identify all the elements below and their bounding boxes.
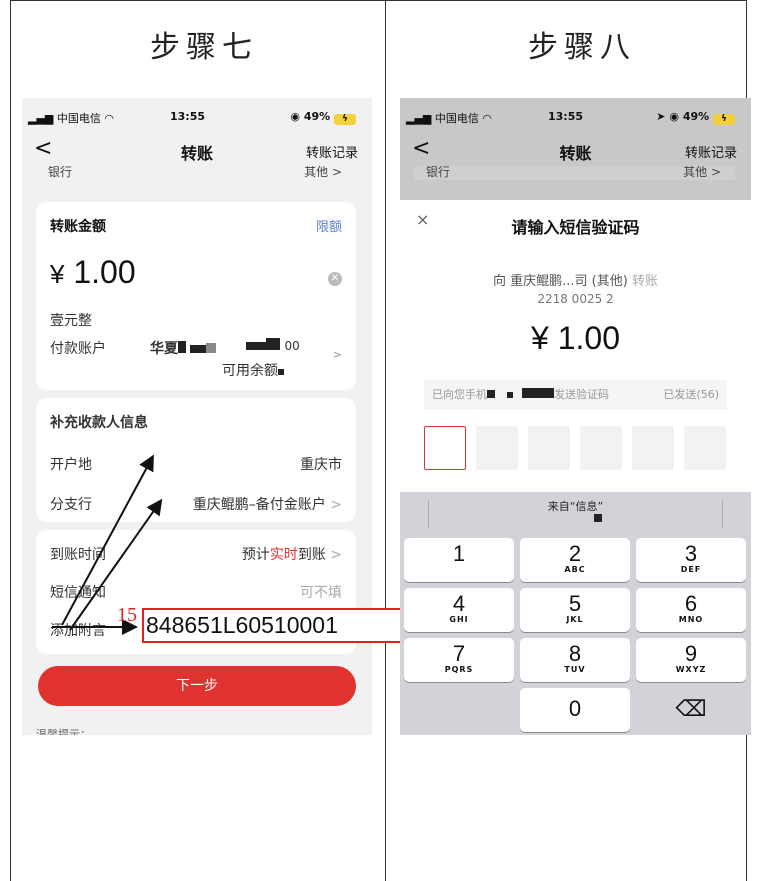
payee-account: 2218 0025 2 bbox=[537, 292, 614, 306]
status-bar: ▂▄▆ 中国电信 ◠ 13:55 ◉ 49% ϟ bbox=[22, 110, 372, 126]
carrier: ▂▄▆ 中国电信 ◠ bbox=[28, 112, 114, 125]
alarm-icon: ◉ bbox=[290, 110, 300, 123]
code-box-1[interactable] bbox=[424, 426, 466, 470]
chevron-right-icon: > bbox=[330, 497, 342, 513]
wifi-icon: ◠ bbox=[482, 112, 492, 125]
sheet-title: 请输入短信验证码 bbox=[511, 218, 640, 237]
battery-icon: ϟ bbox=[334, 114, 356, 125]
key-8[interactable]: 8 TUV bbox=[520, 638, 630, 682]
sms-sent-bar: 已向您手机 发送验证码 已发送(56) bbox=[424, 380, 727, 410]
autofill-suggestion[interactable]: 来自“信息” bbox=[400, 492, 751, 536]
resend-countdown: 已发送(56) bbox=[663, 388, 719, 401]
payer-label: 付款账户 bbox=[50, 341, 106, 357]
nav-bar: < 转账 转账记录 bbox=[22, 136, 372, 164]
location-icon: ➤ bbox=[656, 110, 666, 123]
alarm-icon: ◉ bbox=[669, 110, 679, 123]
carrier: ▂▄▆ 中国电信 ◠ bbox=[406, 112, 492, 125]
bank-row-peek: 银行 其他 > bbox=[48, 166, 342, 179]
clock: 13:55 bbox=[548, 110, 584, 123]
code-box-3[interactable] bbox=[528, 426, 570, 470]
arrival-time-row[interactable]: 到账时间 预计实时到账 > bbox=[50, 544, 342, 564]
code-box-4[interactable] bbox=[580, 426, 622, 470]
payer-bank: 华夏 bbox=[150, 338, 216, 358]
bank-row-peek: 银行 其他 > bbox=[414, 166, 735, 180]
amount-in-words: 壹元整 bbox=[50, 313, 92, 329]
battery: ➤ ◉ 49% ϟ bbox=[656, 110, 735, 125]
payee-summary: 向 重庆鲲鹏...司 (其他) 转账 bbox=[493, 274, 658, 289]
chevron-right-icon: > bbox=[330, 547, 342, 563]
branch-value: 重庆鲲鹏–备付金账户 > bbox=[192, 497, 342, 513]
key-0[interactable]: 0 bbox=[520, 688, 630, 732]
code-box-5[interactable] bbox=[632, 426, 674, 470]
available-balance: 可用余额 bbox=[222, 360, 342, 380]
next-step-button[interactable]: 下一步 bbox=[38, 666, 356, 706]
key-9[interactable]: 9 WXYZ bbox=[636, 638, 746, 682]
sms-code-sheet: × 请输入短信验证码 向 重庆鲲鹏...司 (其他) 转账 2218 0025 … bbox=[400, 200, 751, 735]
account-prefix: 15 bbox=[117, 604, 137, 626]
sms-notify-row[interactable]: 短信通知 可不填 bbox=[50, 582, 342, 602]
payer-account-row[interactable]: 付款账户 华夏 00 > bbox=[50, 338, 342, 361]
region-row[interactable]: 开户地 重庆市 bbox=[50, 454, 342, 474]
transfer-history-link[interactable]: 转账记录 bbox=[685, 142, 737, 161]
key-5[interactable]: 5 JKL bbox=[520, 588, 630, 632]
transfer-history-link[interactable]: 转账记录 bbox=[306, 142, 358, 161]
clock: 13:55 bbox=[170, 110, 206, 123]
key-7[interactable]: 7 PQRS bbox=[404, 638, 514, 682]
payee-header: 补充收款人信息 bbox=[50, 415, 148, 431]
key-6[interactable]: 6 MNO bbox=[636, 588, 746, 632]
step-eight-title: 步骤八 bbox=[528, 30, 636, 65]
amount-input[interactable]: ¥ 1.00 ✕ bbox=[50, 254, 342, 291]
wifi-icon: ◠ bbox=[104, 112, 114, 125]
payee-card: 补充收款人信息 开户地 重庆市 分支行 重庆鲲鹏–备付金账户 > bbox=[36, 398, 356, 522]
key-4[interactable]: 4 GHI bbox=[404, 588, 514, 632]
payer-masked-number: 00 bbox=[246, 338, 300, 354]
arrival-value: 预计实时到账 > bbox=[241, 547, 342, 563]
key-2[interactable]: 2 ABC bbox=[520, 538, 630, 582]
region-value: 重庆市 bbox=[300, 457, 342, 473]
status-bar: ▂▄▆ 中国电信 ◠ 13:55 ➤ ◉ 49% ϟ bbox=[400, 110, 751, 126]
numeric-keyboard: 来自“信息” 1 2 ABC 3 DEF 4 GHI 5 JKL 6 MNO 7 PQRS … bbox=[400, 492, 751, 735]
amount-card: 转账金额 限额 ¥ 1.00 ✕ 壹元整 付款账户 华夏 00 > 可用余额 bbox=[36, 202, 356, 390]
amount-header: 转账金额 bbox=[50, 219, 106, 235]
code-box-6[interactable] bbox=[684, 426, 726, 470]
battery: ◉ 49% ϟ bbox=[290, 110, 356, 125]
delete-key-icon[interactable]: ⌫ bbox=[636, 688, 746, 732]
battery-icon: ϟ bbox=[713, 114, 735, 125]
transfer-amount: ¥ 1.00 bbox=[531, 320, 620, 356]
sms-verify-screen: ▂▄▆ 中国电信 ◠ 13:55 ➤ ◉ 49% ϟ < 转账 转账记录 银行 … bbox=[400, 98, 751, 735]
sms-placeholder: 可不填 bbox=[300, 585, 342, 601]
amount-value: 1.00 bbox=[73, 254, 136, 290]
clear-icon[interactable]: ✕ bbox=[328, 272, 342, 286]
account-number-annotation: 848651L60510001 bbox=[142, 608, 413, 643]
code-box-2[interactable] bbox=[476, 426, 518, 470]
nav-bar: < 转账 转账记录 bbox=[400, 136, 751, 164]
step-seven-title: 步骤七 bbox=[150, 30, 258, 65]
key-1[interactable]: 1 bbox=[404, 538, 514, 582]
column-divider bbox=[385, 0, 386, 881]
hint-label: 温馨提示： bbox=[36, 728, 91, 735]
dimmed-background: ▂▄▆ 中国电信 ◠ 13:55 ➤ ◉ 49% ϟ < 转账 转账记录 银行 … bbox=[400, 98, 751, 200]
branch-row[interactable]: 分支行 重庆鲲鹏–备付金账户 > bbox=[50, 494, 342, 514]
limit-link[interactable]: 限额 bbox=[316, 216, 342, 235]
key-3[interactable]: 3 DEF bbox=[636, 538, 746, 582]
